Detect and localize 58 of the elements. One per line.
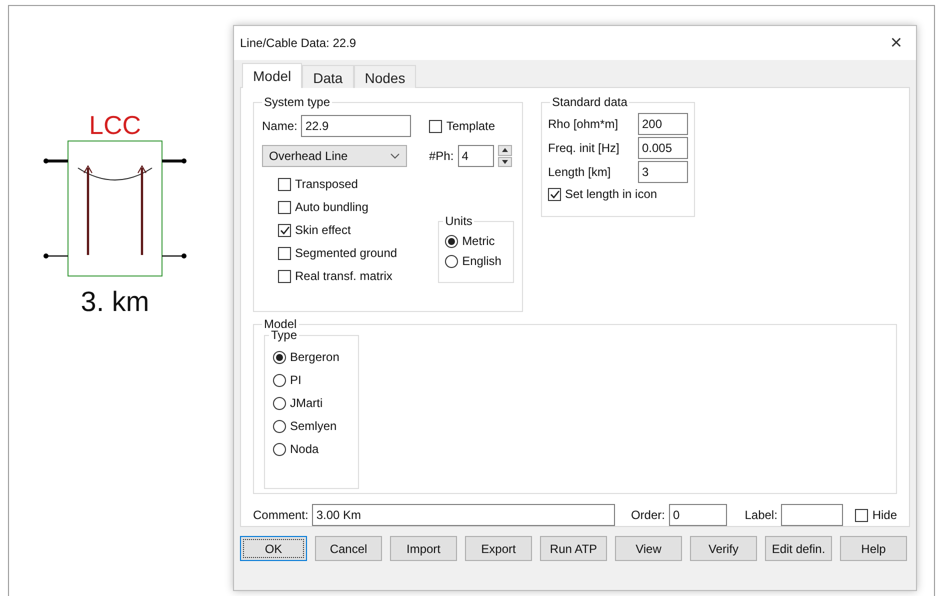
dialog-button[interactable]: Help <box>840 536 907 561</box>
tab[interactable]: Nodes <box>354 65 416 88</box>
option-checkbox[interactable]: Skin effect <box>278 223 434 237</box>
dialog-button[interactable]: Run ATP <box>540 536 607 561</box>
model-type-radio[interactable]: Noda <box>273 442 358 456</box>
chevron-icon <box>390 153 400 159</box>
option-checkbox[interactable]: Segmented ground <box>278 246 434 260</box>
window-title: Line/Cable Data: 22.9 <box>240 36 356 50</box>
unit-radio[interactable]: English <box>445 254 513 268</box>
tab[interactable]: Data <box>302 65 354 88</box>
option-checkbox[interactable]: Real transf. matrix <box>278 269 434 283</box>
group-title: Units <box>443 214 474 228</box>
value-field[interactable]: 200 <box>638 113 688 135</box>
field-label: Label: <box>744 508 778 522</box>
field-label: Order: <box>630 508 665 522</box>
group-title: System type <box>262 95 332 109</box>
comment-field[interactable]: 3.00 Km <box>312 504 616 526</box>
order-field[interactable]: 0 <box>668 504 727 526</box>
value-field[interactable]: 3 <box>638 161 688 183</box>
dialog-button[interactable]: Cancel <box>315 536 382 561</box>
field-label: Comment: <box>253 508 308 522</box>
group-title: Type <box>269 328 300 342</box>
model-type-radio[interactable]: Semlyen <box>273 419 358 433</box>
field-label: Length [km] <box>548 165 612 179</box>
group-title: Standard data <box>550 95 630 109</box>
field-label: #Ph: <box>429 149 454 163</box>
phases-field[interactable]: 4 <box>458 145 494 167</box>
label-field[interactable] <box>781 504 844 526</box>
checkmark-icon <box>280 226 290 234</box>
model-type-radio[interactable]: PI <box>273 373 358 387</box>
set-length-checkbox[interactable]: Set length in icon <box>548 187 688 201</box>
dialog-button[interactable]: Edit defin. <box>765 536 832 561</box>
hide-checkbox[interactable]: Hide <box>855 508 898 522</box>
option-checkbox[interactable]: Auto bundling <box>278 200 434 214</box>
field-label: Name: <box>262 119 298 133</box>
dialog-button[interactable]: Verify <box>690 536 757 561</box>
checkmark-icon <box>550 190 560 198</box>
value-field[interactable]: 0.005 <box>638 137 688 159</box>
length-label: 3. km <box>80 286 150 318</box>
dialog-button[interactable]: View <box>615 536 682 561</box>
field-label: Rho [ohm*m] <box>548 117 620 131</box>
name-field[interactable]: 22.9 <box>301 115 412 137</box>
close-button[interactable]: × <box>886 32 906 54</box>
model-type-radio[interactable]: Bergeron <box>273 350 358 364</box>
tab[interactable]: Model <box>242 63 302 88</box>
dialog-button[interactable]: Import <box>390 536 457 561</box>
template-checkbox[interactable]: Template <box>429 119 496 133</box>
unit-radio[interactable]: Metric <box>445 234 513 248</box>
option-checkbox[interactable]: Transposed <box>278 177 434 191</box>
model-type-radio[interactable]: JMarti <box>273 396 358 410</box>
line-type-dropdown[interactable]: Overhead Line <box>262 145 407 167</box>
component-label: LCC <box>88 110 141 140</box>
field-label: Freq. init [Hz] <box>548 141 620 155</box>
spinner[interactable] <box>498 145 512 167</box>
dialog-button[interactable]: OK <box>240 536 307 561</box>
dialog-button[interactable]: Export <box>465 536 532 561</box>
up-arrow-icon <box>502 148 508 152</box>
down-arrow-icon <box>502 160 508 164</box>
